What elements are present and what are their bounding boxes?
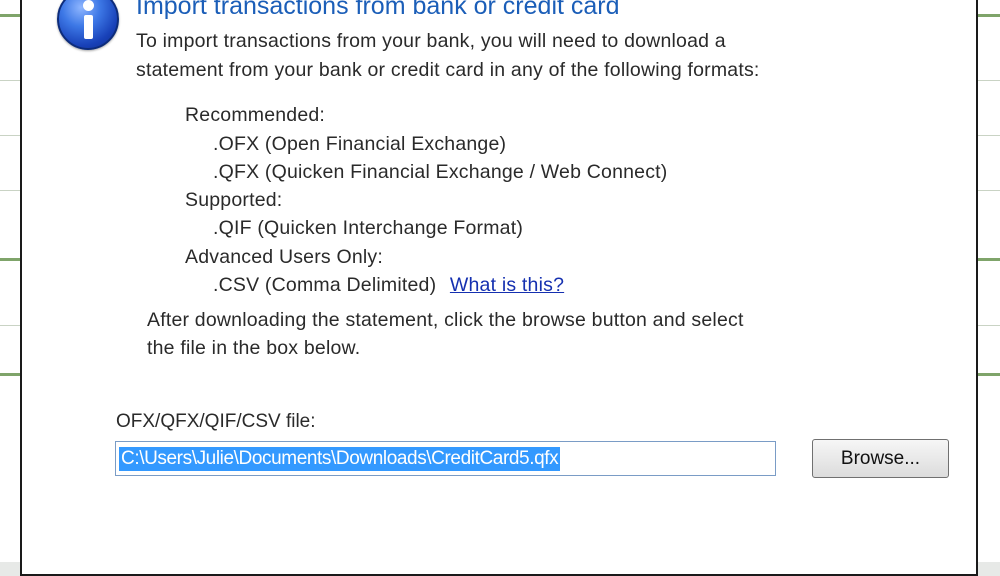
file-path-input[interactable]: C:\Users\Julie\Documents\Downloads\Credi… bbox=[115, 441, 776, 476]
browse-button[interactable]: Browse... bbox=[812, 439, 949, 478]
format-csv-line: .CSV (Comma Delimited) What is this? bbox=[213, 274, 564, 297]
background-row-stripe bbox=[0, 373, 22, 376]
file-path-value: C:\Users\Julie\Documents\Downloads\Credi… bbox=[119, 447, 561, 471]
background-row-line bbox=[978, 325, 1000, 326]
format-qif: .QIF (Quicken Interchange Format) bbox=[213, 217, 524, 239]
background-app-left-edge bbox=[0, 0, 22, 562]
format-qfx: .QFX (Quicken Financial Exchange / Web C… bbox=[213, 161, 668, 183]
background-row-line bbox=[978, 135, 1000, 136]
format-ofx: .OFX (Open Financial Exchange) bbox=[213, 133, 507, 155]
format-csv: .CSV (Comma Delimited) bbox=[213, 274, 437, 296]
background-row-line bbox=[0, 80, 22, 81]
recommended-heading: Recommended: bbox=[185, 104, 326, 126]
background-row-stripe bbox=[978, 14, 1000, 17]
after-text-line-2: the file in the box below. bbox=[147, 337, 361, 359]
background-app-right-edge bbox=[978, 0, 1000, 562]
background-row-stripe bbox=[0, 14, 22, 17]
advanced-heading: Advanced Users Only: bbox=[185, 246, 384, 268]
after-text-line-1: After downloading the statement, click t… bbox=[147, 309, 744, 331]
intro-text-line-1: To import transactions from your bank, y… bbox=[136, 30, 726, 52]
file-field-label: OFX/QFX/QIF/CSV file: bbox=[116, 411, 316, 432]
background-row-line bbox=[978, 80, 1000, 81]
background-row-line bbox=[0, 190, 22, 191]
background-row-stripe bbox=[978, 258, 1000, 261]
what-is-this-link[interactable]: What is this? bbox=[450, 274, 564, 296]
background-row-line bbox=[0, 135, 22, 136]
background-row-line bbox=[0, 325, 22, 326]
supported-heading: Supported: bbox=[185, 189, 283, 211]
background-row-stripe bbox=[978, 373, 1000, 376]
dialog-title: Import transactions from bank or credit … bbox=[136, 0, 620, 20]
background-row-stripe bbox=[0, 258, 22, 261]
intro-text-line-2: statement from your bank or credit card … bbox=[136, 59, 760, 81]
background-row-line bbox=[978, 190, 1000, 191]
